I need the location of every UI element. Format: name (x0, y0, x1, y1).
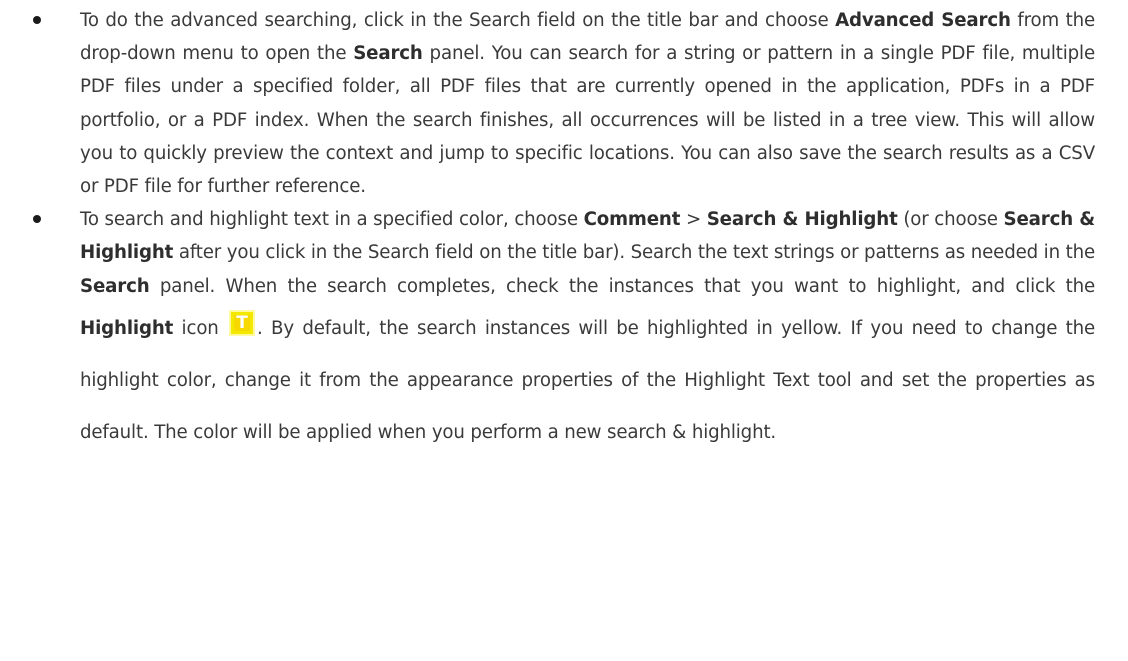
text-segment: icon (173, 317, 228, 339)
bold-term-advanced-search: Advanced Search (835, 10, 1011, 31)
highlight-icon: T (229, 309, 256, 336)
list-item: To do the advanced searching, click in t… (0, 4, 1128, 203)
text-segment: panel. You can search for a string or pa… (80, 43, 1096, 198)
highlight-icon-letter: T (236, 312, 248, 333)
bold-term-search: Search (80, 275, 150, 297)
bullet-list: To do the advanced searching, click in t… (0, 4, 1128, 459)
text-segment: To do the advanced searching, click in t… (80, 10, 836, 31)
document-page: To do the advanced searching, click in t… (0, 0, 1128, 661)
bullet-icon (33, 215, 41, 224)
bold-term-search: Search (353, 43, 423, 65)
text-segment: (or choose (897, 209, 1004, 231)
text-segment: To search and highlight text in a specif… (80, 209, 584, 231)
text-segment: panel. When the search completes, check … (149, 275, 1095, 297)
text-segment: after you click in the Search field on t… (173, 242, 1095, 264)
bold-term-comment: Comment (583, 209, 681, 231)
text-segment: > (680, 209, 707, 231)
bold-term-highlight: Highlight (80, 317, 174, 339)
bold-term-search-highlight: Search & Highlight (706, 209, 898, 231)
text-segment: . By default, the search instances will … (80, 317, 1095, 443)
bullet-icon (33, 16, 41, 24)
list-item: To search and highlight text in a specif… (0, 203, 1128, 459)
